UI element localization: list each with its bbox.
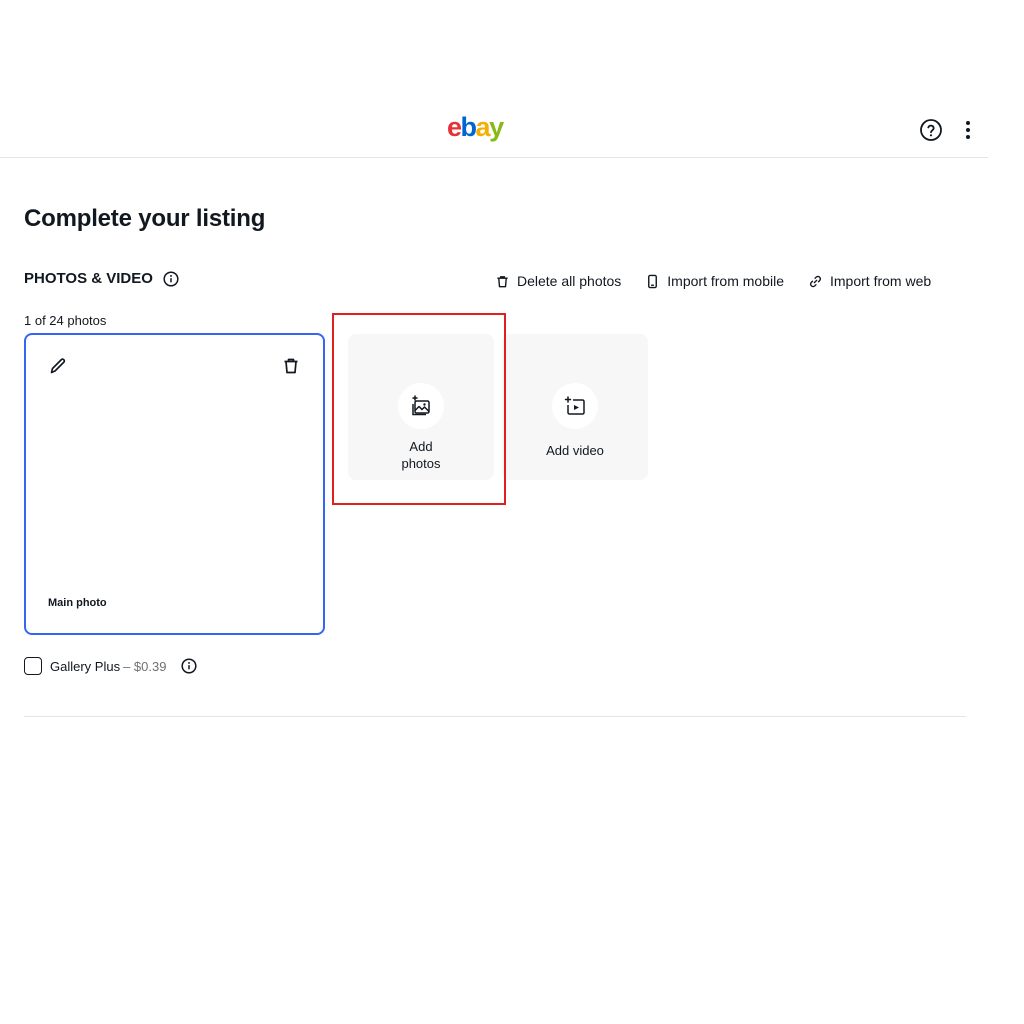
- main-photo-label: Main photo: [48, 597, 107, 609]
- logo-letter-b: b: [460, 112, 478, 142]
- photos-section-title: PHOTOS & VIDEO: [24, 270, 179, 287]
- add-video-icon-circle: [552, 383, 598, 429]
- mobile-phone-icon: [648, 274, 658, 288]
- add-photos-icon-circle: [398, 383, 444, 429]
- logo-letter-y: y: [489, 112, 504, 142]
- delete-all-photos-label: Delete all photos: [517, 273, 622, 289]
- logo-letter-e: e: [447, 112, 462, 142]
- add-video-button[interactable]: Add video: [502, 334, 648, 480]
- photos-section-label: PHOTOS & VIDEO: [24, 270, 153, 287]
- gallery-plus-option: Gallery Plus – $0.39: [24, 657, 198, 675]
- delete-all-photos-button[interactable]: Delete all photos: [495, 273, 621, 289]
- more-options-button[interactable]: [958, 118, 978, 142]
- main-photo-card[interactable]: Main photo: [24, 333, 325, 635]
- import-from-web-button[interactable]: Import from web: [808, 273, 931, 289]
- import-from-mobile-label: Import from mobile: [667, 273, 784, 289]
- gallery-plus-label: Gallery Plus: [50, 658, 121, 674]
- add-photos-label: Add photos: [401, 439, 441, 471]
- gallery-plus-price: – $0.39: [123, 658, 167, 674]
- page-title: Complete your listing: [24, 205, 266, 232]
- logo-letter-a: a: [475, 112, 491, 142]
- help-circle-icon: [920, 119, 942, 141]
- pencil-icon: [50, 358, 66, 374]
- import-from-mobile-button[interactable]: Import from mobile: [645, 273, 784, 289]
- add-photos-button[interactable]: Add photos: [348, 334, 494, 480]
- edit-photo-button[interactable]: [48, 356, 68, 376]
- more-vertical-icon: [966, 121, 970, 139]
- trash-icon: [497, 275, 508, 287]
- photo-actions: Delete all photos Import from mobile Imp…: [495, 273, 931, 289]
- delete-photo-button[interactable]: [281, 356, 301, 376]
- import-from-web-label: Import from web: [830, 273, 932, 289]
- section-divider: [24, 716, 966, 717]
- add-video-label: Add video: [546, 443, 604, 458]
- photo-count: 1 of 24 photos: [24, 313, 107, 328]
- trash-icon: [284, 358, 298, 374]
- add-video-icon: [564, 396, 585, 415]
- add-image-icon: [412, 395, 430, 416]
- help-button[interactable]: [919, 118, 943, 142]
- info-icon[interactable]: [163, 270, 179, 287]
- ebay-logo[interactable]: ebay: [447, 112, 504, 143]
- link-icon: [810, 275, 821, 287]
- info-icon[interactable]: [181, 658, 198, 674]
- header: ebay: [0, 100, 988, 158]
- gallery-plus-checkbox[interactable]: [24, 657, 42, 675]
